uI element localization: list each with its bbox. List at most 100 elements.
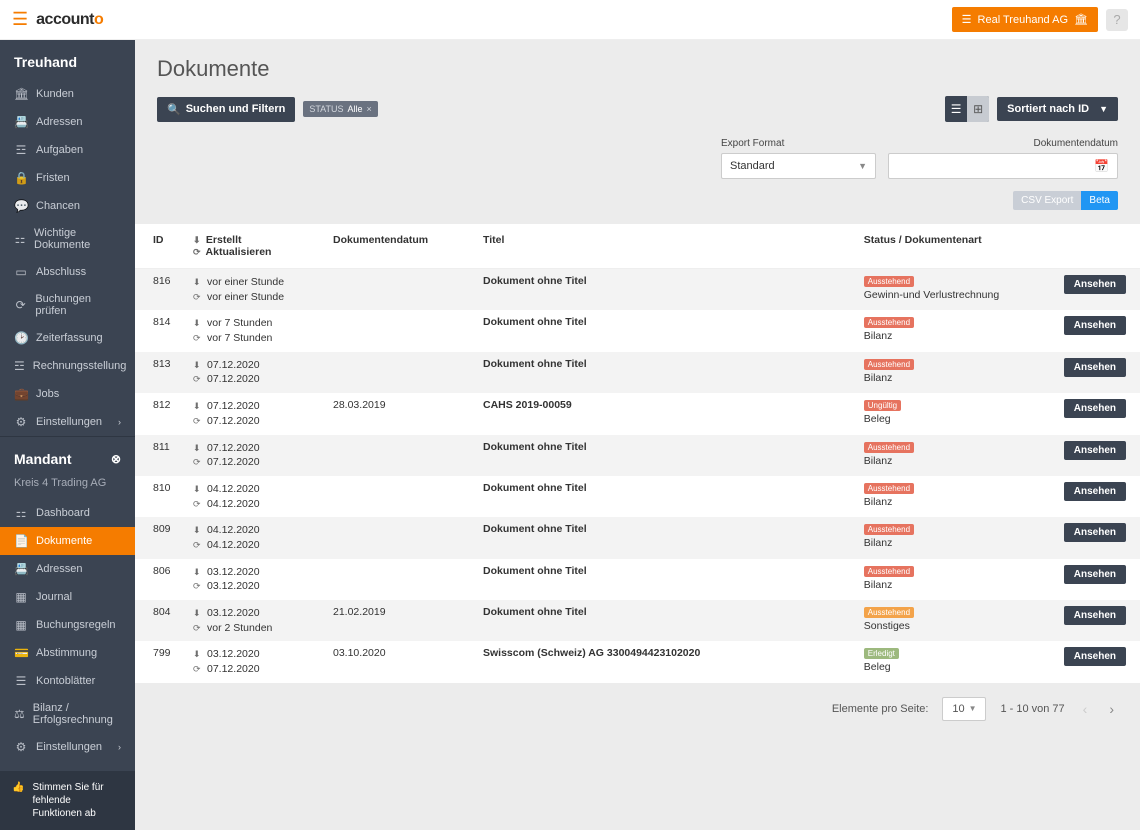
doc-date-input[interactable]: 📅: [888, 153, 1118, 179]
download-icon: ⬇: [193, 317, 203, 330]
table-row: 816⬇vor einer Stunde⟳vor einer StundeDok…: [135, 269, 1140, 311]
export-format-select[interactable]: Standard ▼: [721, 153, 876, 179]
chip-close-icon[interactable]: ×: [367, 104, 372, 114]
cell-timestamps: ⬇04.12.2020⟳04.12.2020: [185, 517, 325, 558]
cell-status: AusstehendBilanz: [856, 517, 1056, 558]
csv-export-button[interactable]: CSV Export: [1013, 191, 1081, 210]
view-button[interactable]: Ansehen: [1064, 441, 1126, 460]
download-icon: ⬇: [193, 400, 203, 413]
table-row: 804⬇03.12.2020⟳vor 2 Stunden21.02.2019Do…: [135, 600, 1140, 641]
table-row: 806⬇03.12.2020⟳03.12.2020Dokument ohne T…: [135, 559, 1140, 600]
sidebar-item-einstellungen[interactable]: ⚙Einstellungen›: [0, 733, 135, 761]
view-button[interactable]: Ansehen: [1064, 275, 1126, 294]
sidebar-item-aufgaben[interactable]: ☲Aufgaben: [0, 136, 135, 164]
view-button[interactable]: Ansehen: [1064, 316, 1126, 335]
sort-button[interactable]: Sortiert nach ID ▼: [997, 97, 1118, 121]
sidebar-item-einstellungen[interactable]: ⚙Einstellungen›: [0, 408, 135, 436]
view-button[interactable]: Ansehen: [1064, 482, 1126, 501]
table-row: 814⬇vor 7 Stunden⟳vor 7 StundenDokument …: [135, 310, 1140, 351]
sidebar-item-adressen[interactable]: 📇Adressen: [0, 108, 135, 136]
download-icon: ⬇: [193, 276, 203, 289]
cell-id: 810: [135, 476, 185, 517]
grid-view-icon[interactable]: ⊞: [967, 96, 989, 122]
doc-type: Sonstiges: [864, 620, 910, 632]
refresh-icon: ⟳: [193, 415, 203, 428]
per-page-select[interactable]: 10 ▼: [942, 697, 986, 721]
filters-row: Export Format Standard ▼ Dokumentendatum…: [135, 132, 1140, 187]
caret-down-icon: ▼: [969, 704, 977, 713]
view-button[interactable]: Ansehen: [1064, 399, 1126, 418]
nav-icon: ⟳: [14, 298, 27, 312]
status-badge: Erledigt: [864, 648, 899, 659]
doc-type: Bilanz: [864, 537, 893, 549]
nav-label: Buchungsregeln: [36, 619, 116, 631]
sidebar-item-wichtige-dokumente[interactable]: ⚏Wichtige Dokumente: [0, 220, 135, 258]
view-button[interactable]: Ansehen: [1064, 606, 1126, 625]
nav-label: Aufgaben: [36, 144, 83, 156]
cell-id: 814: [135, 310, 185, 351]
cell-id: 806: [135, 559, 185, 600]
nav-label: Dokumente: [36, 535, 92, 547]
view-button[interactable]: Ansehen: [1064, 647, 1126, 666]
cell-timestamps: ⬇vor einer Stunde⟳vor einer Stunde: [185, 269, 325, 311]
company-button[interactable]: ☰ Real Treuhand AG 🏛: [952, 7, 1098, 32]
sidebar-item-chancen[interactable]: 💬Chancen: [0, 192, 135, 220]
list-view-icon[interactable]: ☰: [945, 96, 967, 122]
view-button[interactable]: Ansehen: [1064, 565, 1126, 584]
sidebar-item-journal[interactable]: ▦Journal: [0, 583, 135, 611]
sidebar-item-jobs[interactable]: 💼Jobs: [0, 380, 135, 408]
sidebar-item-dashboard[interactable]: ⚏Dashboard: [0, 499, 135, 527]
th-created: ⬇ Erstellt ⟳ Aktualisieren: [185, 224, 325, 269]
cell-title: Swisscom (Schweiz) AG 3300494423102020: [475, 641, 856, 682]
feedback-box[interactable]: 👍 Stimmen Sie für fehlende Funktionen ab: [0, 771, 135, 830]
sidebar-item-adressen[interactable]: 📇Adressen: [0, 555, 135, 583]
cell-doc-date: 03.10.2020: [325, 641, 475, 682]
sidebar-item-rechnungsstellung[interactable]: ☲Rechnungsstellung: [0, 352, 135, 380]
cell-title: Dokument ohne Titel: [475, 517, 856, 558]
thumbs-up-icon: 👍: [12, 781, 24, 794]
sidebar-item-fristen[interactable]: 🔒Fristen: [0, 164, 135, 192]
nav-icon: ⚙: [14, 740, 28, 754]
nav-label: Wichtige Dokumente: [34, 227, 121, 251]
prev-page-button[interactable]: ‹: [1079, 701, 1092, 717]
doc-type: Beleg: [864, 661, 891, 673]
status-badge: Ausstehend: [864, 442, 914, 453]
sidebar-item-abschluss[interactable]: ▭Abschluss: [0, 258, 135, 286]
sidebar-item-buchungsregeln[interactable]: ▦Buchungsregeln: [0, 611, 135, 639]
sidebar-item-kunden[interactable]: 🏛Kunden: [0, 80, 135, 108]
nav-icon: ☲: [14, 359, 25, 373]
next-page-button[interactable]: ›: [1105, 701, 1118, 717]
filter-chip-status[interactable]: STATUS Alle ×: [303, 101, 377, 117]
hamburger-icon[interactable]: ☰: [12, 9, 28, 30]
sidebar-item-bilanz-erfolgsrechnung[interactable]: ⚖Bilanz / Erfolgsrechnung: [0, 695, 135, 733]
nav-label: Kunden: [36, 88, 74, 100]
nav-label: Abstimmung: [36, 647, 97, 659]
cell-status: AusstehendBilanz: [856, 559, 1056, 600]
bank-icon: 🏛: [1074, 13, 1088, 26]
main-content: Dokumente 🔍 Suchen und Filtern STATUS Al…: [135, 40, 1140, 830]
help-icon[interactable]: ?: [1106, 9, 1128, 31]
per-page-value: 10: [952, 703, 964, 715]
view-button[interactable]: Ansehen: [1064, 358, 1126, 377]
doc-type: Bilanz: [864, 496, 893, 508]
sidebar-item-zeiterfassung[interactable]: 🕑Zeiterfassung: [0, 324, 135, 352]
sidebar-item-kontobl-tter[interactable]: ☰Kontoblätter: [0, 667, 135, 695]
refresh-icon: ⟳: [193, 332, 203, 345]
logo[interactable]: accounto: [36, 11, 103, 29]
cell-doc-date: [325, 352, 475, 393]
status-badge: Ausstehend: [864, 276, 914, 287]
view-button[interactable]: Ansehen: [1064, 523, 1126, 542]
cell-status: Erledigt Beleg: [856, 641, 1056, 682]
sidebar-item-abstimmung[interactable]: 💳Abstimmung: [0, 639, 135, 667]
nav-icon: 📇: [14, 562, 28, 576]
refresh-icon: ⟳: [193, 456, 203, 469]
sidebar-item-dokumente[interactable]: 📄Dokumente: [0, 527, 135, 555]
close-icon[interactable]: ⊗: [111, 452, 121, 466]
cell-title: Dokument ohne Titel: [475, 352, 856, 393]
sidebar-item-buchungen-pr-fen[interactable]: ⟳Buchungen prüfen: [0, 286, 135, 324]
cell-timestamps: ⬇vor 7 Stunden⟳vor 7 Stunden: [185, 310, 325, 351]
cell-status: AusstehendBilanz: [856, 435, 1056, 476]
nav-label: Kontoblätter: [36, 675, 95, 687]
search-filter-button[interactable]: 🔍 Suchen und Filtern: [157, 97, 295, 122]
nav-icon: ▦: [14, 590, 28, 604]
